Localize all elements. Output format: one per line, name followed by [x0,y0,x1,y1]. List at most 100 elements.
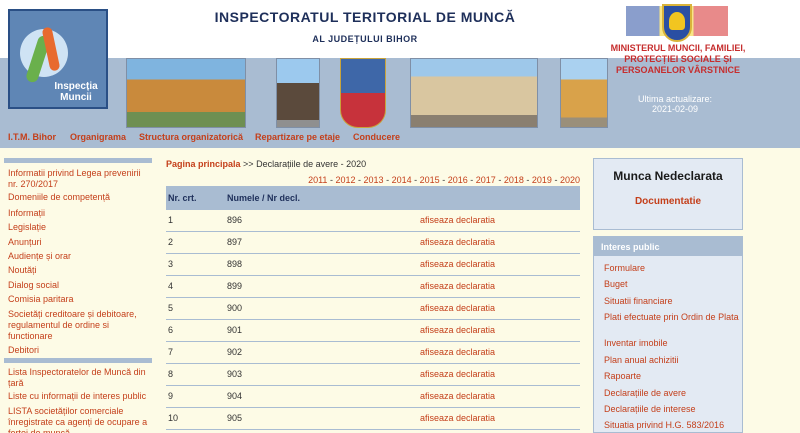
romania-coat-of-arms-icon [662,4,692,42]
year-link-2017[interactable]: 2017 [476,175,496,185]
year-separator: - [358,175,362,185]
year-link-2014[interactable]: 2014 [392,175,412,185]
public-item-plati-efectuate[interactable]: Plati efectuate prin Ordin de Plata [604,312,740,323]
row-number: 5 [168,303,174,313]
year-separator: - [470,175,474,185]
sidebar-item-agenti-de-ocupare[interactable]: LISTA societăților comerciale înregistra… [8,406,150,433]
show-declaration-link[interactable]: afiseaza declaratia [420,281,495,291]
row-number: 2 [168,237,174,247]
public-item-buget[interactable]: Buget [604,279,740,290]
table-row: 10 905 afiseaza declaratia [166,408,580,430]
public-item-rapoarte[interactable]: Rapoarte [604,371,740,382]
church-photo [560,58,608,128]
show-declaration-link[interactable]: afiseaza declaratia [420,347,495,357]
row-number: 4 [168,281,174,291]
sidebar-item-liste-interes-public[interactable]: Liste cu informații de interes public [8,391,150,402]
last-updated-date: 2021-02-09 [651,104,699,114]
sidebar-item-dialog-social[interactable]: Dialog social [8,280,150,291]
year-link-2011[interactable]: 2011 [308,175,327,185]
interes-public-box: Interes public Formulare Buget Situatii … [593,236,743,433]
sidebar-item-informatii[interactable]: Informații [8,208,150,219]
row-number: 7 [168,347,174,357]
left-sidebar: Informatii privind Legea prevenirii nr. … [4,158,152,433]
row-number: 8 [168,369,174,379]
public-item-plan-achizitii[interactable]: Plan anual achizitii [604,355,740,366]
site-subtitle: AL JUDEȚULUI BIHOR [312,34,418,44]
munca-nedeclarata-box: Munca Nedeclarata Documentatie [593,158,743,230]
public-item-declaratii-interese[interactable]: Declarațiile de interese [604,404,740,415]
year-link-2019[interactable]: 2019 [532,175,552,185]
nav-itm-bihor[interactable]: I.T.M. Bihor [8,132,56,142]
row-number: 6 [168,325,174,335]
munca-nedeclarata-title: Munca Nedeclarata [613,169,723,183]
sidebar-item-comisia-paritara[interactable]: Comisia paritara [8,294,150,305]
public-item-hg-583-2016[interactable]: Situatia privind H.G. 583/2016 [604,420,740,431]
row-number: 10 [168,413,179,423]
ministry-name: MINISTERUL MUNCII, FAMILIEI, PROTECȚIEI … [610,43,746,75]
show-declaration-link[interactable]: afiseaza declaratia [420,215,495,225]
show-declaration-link[interactable]: afiseaza declaratia [420,391,495,401]
documentatie-link[interactable]: Documentatie [594,196,742,207]
declaration-number: 897 [227,237,243,247]
table-row: 3 898 afiseaza declaratia [166,254,580,276]
declaration-number: 901 [227,325,243,335]
sidebar-item-societati-creditoare[interactable]: Societăți creditoare și debitoare, regul… [8,309,150,342]
show-declaration-link[interactable]: afiseaza declaratia [420,259,495,269]
declaration-number: 899 [227,281,243,291]
show-declaration-link[interactable]: afiseaza declaratia [420,413,495,423]
declaration-number: 902 [227,347,243,357]
year-separator: - [498,175,502,185]
row-number: 1 [168,215,174,225]
breadcrumb-home-link[interactable]: Pagina principala [166,159,241,169]
interes-public-header: Interes public [594,237,742,256]
table-row: 1 896 afiseaza declaratia [166,210,580,232]
nav-conducere[interactable]: Conducere [353,132,400,142]
public-item-formulare[interactable]: Formulare [604,263,740,274]
county-coat-of-arms-icon [340,58,386,128]
declarations-table: Nr. crt. Numele / Nr decl. 1 896 afiseaza … [166,186,580,433]
sidebar-item-legislatie[interactable]: Legislație [8,222,150,233]
breadcrumb: Pagina principala >> Declarațiile de ave… [166,159,366,169]
table-row: 2 897 afiseaza declaratia [166,232,580,254]
public-item-situatii-financiare[interactable]: Situatii financiare [604,296,740,307]
sidebar-item-lista-inspectoratelor[interactable]: Lista Inspectoratelor de Muncă din țară [8,367,150,389]
public-item-inventar-imobile[interactable]: Inventar imobile [604,338,740,349]
year-link-2018[interactable]: 2018 [504,175,524,185]
site-header: Inspecția Muncii INSPECTORATUL TERITORIA… [0,0,800,128]
table-row: 6 901 afiseaza declaratia [166,320,580,342]
sidebar-item-noutati[interactable]: Noutăți [8,265,150,276]
declaration-number: 905 [227,413,243,423]
breadcrumb-separator: >> [243,159,254,169]
inspectia-muncii-logo[interactable]: Inspecția Muncii [8,9,108,109]
last-updated-label: Ultima actualizare: [637,94,713,104]
show-declaration-link[interactable]: afiseaza declaratia [420,325,495,335]
palace-photo [410,58,538,128]
sidebar-item-debitori[interactable]: Debitori [8,345,150,356]
declaration-number: 904 [227,391,243,401]
year-link-2020[interactable]: 2020 [560,175,580,185]
year-separator: - [329,175,333,185]
eagle-icon [669,12,685,30]
year-separator: - [526,175,530,185]
show-declaration-link[interactable]: afiseaza declaratia [420,237,495,247]
sidebar-item-anunturi[interactable]: Anunțuri [8,237,150,248]
sidebar-item-audiente-si-orar[interactable]: Audiențe și orar [8,251,150,262]
sidebar-item-legea-prevenirii[interactable]: Informatii privind Legea prevenirii nr. … [8,168,150,190]
show-declaration-link[interactable]: afiseaza declaratia [420,303,495,313]
year-separator: - [442,175,446,185]
building-photo [126,58,246,128]
sidebar-item-domeniile-de-competenta[interactable]: Domeniile de competență [8,192,150,203]
year-link-2013[interactable]: 2013 [364,175,384,185]
year-link-2015[interactable]: 2015 [420,175,440,185]
column-header-nr-crt: Nr. crt. [168,193,197,203]
year-link-2016[interactable]: 2016 [448,175,468,185]
nav-structura-organizatorica[interactable]: Structura organizatorică [139,132,243,142]
show-declaration-link[interactable]: afiseaza declaratia [420,369,495,379]
nav-repartizare-pe-etaje[interactable]: Repartizare pe etaje [255,132,340,142]
declaration-number: 903 [227,369,243,379]
public-item-declaratii-avere[interactable]: Declarațiile de avere [604,388,740,399]
year-separator: - [386,175,390,185]
row-number: 3 [168,259,174,269]
year-link-2012[interactable]: 2012 [335,175,355,185]
nav-organigrama[interactable]: Organigrama [70,132,126,142]
